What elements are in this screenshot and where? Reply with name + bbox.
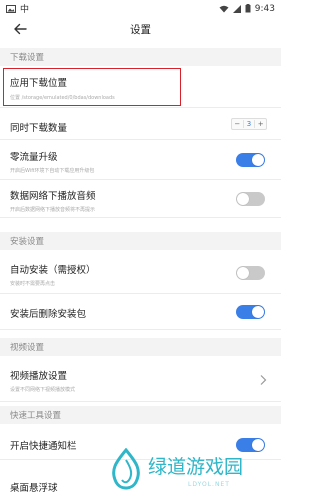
stepper-minus-button[interactable]: − bbox=[232, 120, 243, 128]
stepper-plus-button[interactable]: + bbox=[255, 120, 266, 128]
photo-icon bbox=[6, 4, 16, 13]
watermark: 绿道游戏园 LDYOL.NET bbox=[106, 448, 266, 496]
toggle-knob bbox=[237, 193, 249, 205]
floating-ball-label: 桌面悬浮球 bbox=[10, 483, 58, 494]
auto-install-desc: 安装时不需要再点击 bbox=[10, 281, 56, 287]
data-audio-desc: 开启后数据网络下播放音频将不再提示 bbox=[10, 207, 96, 213]
section-header-tools: 快速工具设置 bbox=[0, 406, 281, 424]
stepper-value: 3 bbox=[242, 120, 256, 128]
video-playback-row[interactable]: 视频播放设置 设置不同网络下视频播放模式 bbox=[0, 358, 281, 402]
data-audio-row: 数据网络下播放音频 开启后数据网络下播放音频将不再提示 bbox=[0, 180, 281, 218]
quick-notification-label: 开启快捷通知栏 bbox=[10, 441, 77, 452]
auto-install-row: 自动安装（需授权） 安装时不需要再点击 bbox=[0, 252, 281, 294]
status-right-icons: 9:43 bbox=[219, 4, 275, 14]
toggle-knob bbox=[252, 306, 264, 318]
back-arrow-icon[interactable] bbox=[12, 21, 28, 37]
toggle-knob bbox=[237, 267, 249, 279]
zero-traffic-desc: 开启后Wifi环境下自动下载应用升级包 bbox=[10, 168, 95, 174]
video-playback-label: 视频播放设置 bbox=[10, 371, 68, 382]
video-playback-desc: 设置不同网络下视频播放模式 bbox=[10, 387, 76, 393]
delete-after-install-label: 安装后删除安装包 bbox=[10, 309, 87, 320]
watermark-text: 绿道游戏园 bbox=[148, 456, 244, 478]
status-left-icons: 中 bbox=[6, 2, 29, 15]
concurrent-downloads-row: 同时下载数量 − 3 + bbox=[0, 108, 281, 140]
battery-icon bbox=[245, 4, 251, 13]
status-bar: 中 9:43 bbox=[0, 0, 281, 17]
auto-install-label: 自动安装（需授权） bbox=[10, 265, 96, 276]
zero-traffic-label: 零流量升级 bbox=[10, 152, 58, 163]
zero-traffic-row: 零流量升级 开启后Wifi环境下自动下载应用升级包 bbox=[0, 140, 281, 180]
highlight-box bbox=[3, 68, 181, 106]
status-time: 9:43 bbox=[254, 3, 275, 14]
data-audio-toggle[interactable] bbox=[236, 192, 265, 206]
app-bar: 设置 bbox=[0, 17, 281, 42]
zero-traffic-toggle[interactable] bbox=[236, 153, 265, 167]
delete-after-install-row: 安装后删除安装包 bbox=[0, 294, 281, 330]
concurrent-downloads-label: 同时下载数量 bbox=[10, 123, 68, 134]
wifi-icon bbox=[219, 5, 229, 12]
signal-icon bbox=[232, 4, 241, 13]
chevron-right-icon bbox=[260, 375, 267, 385]
concurrent-downloads-stepper[interactable]: − 3 + bbox=[231, 118, 267, 130]
data-audio-label: 数据网络下播放音频 bbox=[10, 191, 96, 202]
auto-install-toggle[interactable] bbox=[236, 266, 265, 280]
section-header-install: 安装设置 bbox=[0, 232, 281, 250]
section-header-video: 视频设置 bbox=[0, 338, 281, 356]
notification-glyph: 中 bbox=[20, 5, 30, 15]
delete-after-install-toggle[interactable] bbox=[236, 305, 265, 319]
watermark-logo-icon bbox=[112, 448, 140, 490]
page-title: 设置 bbox=[130, 24, 151, 36]
toggle-knob bbox=[252, 154, 264, 166]
section-header-download: 下载设置 bbox=[0, 48, 281, 66]
watermark-subtext: LDYOL.NET bbox=[188, 481, 230, 488]
